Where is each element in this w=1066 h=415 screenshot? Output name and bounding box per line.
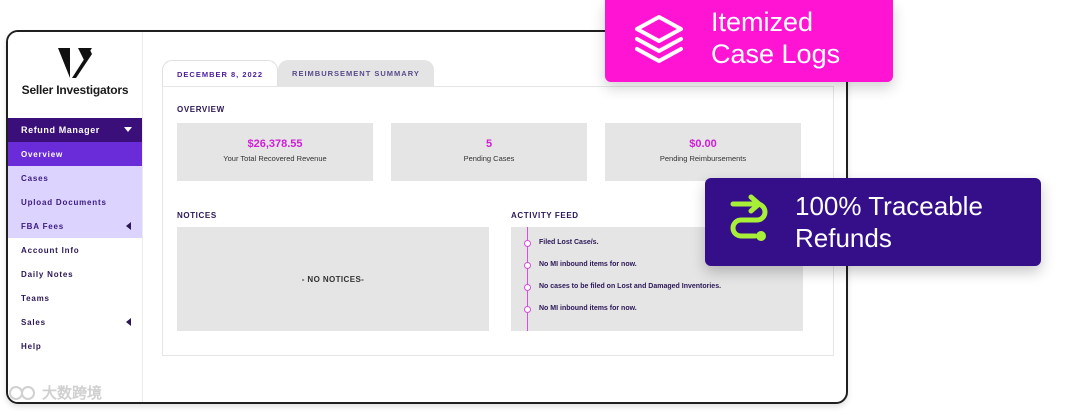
callout-line: 100% Traceable [795,191,983,221]
sidebar-item-upload-documents[interactable]: Upload Documents [8,190,142,214]
activity-item: No cases to be filed on Lost and Damaged… [539,283,722,290]
activity-item: No MI inbound items for now. [539,305,637,312]
chevron-left-icon [126,222,131,230]
card-value: $26,378.55 [247,138,303,150]
card-value: $0.00 [689,138,717,150]
notices-box: - NO NOTICES- [177,227,489,331]
timeline-dot [524,240,531,247]
sidebar-item-cases[interactable]: Cases [8,166,142,190]
card-value: 5 [485,138,493,150]
sidebar-item-account-info[interactable]: Account Info [8,238,142,262]
sidebar-item-label: Daily Notes [21,269,74,279]
sidebar-item-help[interactable]: Help [8,334,142,358]
sidebar-item-label: Help [21,341,42,351]
brand-name: Seller Investigators [21,83,129,97]
callout-text: Itemized Case Logs [711,6,840,70]
itemized-case-logs-callout: Itemized Case Logs [605,0,893,82]
activity-item: No MI inbound items for now. [539,261,637,268]
timeline-dot [524,306,531,313]
route-arrow-icon [730,194,768,241]
callout-text: 100% Traceable Refunds [795,190,983,254]
chevron-left-icon [126,318,131,326]
pending-reimbursements-card: $0.00 Pending Reimbursements [605,123,801,181]
timeline-dot [524,262,531,269]
card-label: Pending Cases [463,154,515,163]
tab-date[interactable]: DECEMBER 8, 2022 [162,60,279,87]
sidebar-item-label: Overview [21,149,63,159]
notices-empty-text: - NO NOTICES- [301,274,365,284]
notices-title: NOTICES [177,211,217,220]
sidebar-item-overview[interactable]: Overview [8,142,142,166]
sidebar-item-label: Cases [21,173,49,183]
refund-manager-menu[interactable]: Refund Manager [8,118,142,142]
sidebar-item-label: Teams [21,293,50,303]
sidebar-item-label: Sales [21,317,46,327]
sidebar: Seller Investigators Refund Manager Over… [8,32,143,402]
sidebar-item-daily-notes[interactable]: Daily Notes [8,262,142,286]
watermark-text: 大数跨境 [42,385,103,402]
recovered-revenue-card: $26,378.55 Your Total Recovered Revenue [177,123,373,181]
sidebar-item-label: Upload Documents [21,197,107,207]
callout-line: Itemized [711,7,814,37]
sidebar-item-fba-fees[interactable]: FBA Fees [8,214,142,238]
activity-feed-title: ACTIVITY FEED [511,211,579,220]
refund-manager-label: Refund Manager [21,125,100,135]
brand-mark-icon [58,48,92,78]
sidebar-nav: Overview Cases Upload Documents FBA Fees… [8,142,142,358]
layers-icon [635,15,683,63]
watermark-logo-icon [9,385,35,400]
tab-bar: DECEMBER 8, 2022 REIMBURSEMENT SUMMARY [162,60,434,87]
pending-cases-card: 5 Pending Cases [391,123,587,181]
card-label: Your Total Recovered Revenue [223,154,327,163]
activity-item: Filed Lost Case/s. [539,239,599,246]
sidebar-item-teams[interactable]: Teams [8,286,142,310]
callout-line: Case Logs [711,39,841,69]
sidebar-item-label: FBA Fees [21,221,65,231]
watermark: 大数跨境 [8,382,102,403]
card-label: Pending Reimbursements [659,154,747,163]
callout-line: Refunds [795,223,892,253]
sidebar-item-sales[interactable]: Sales [8,310,142,334]
sidebar-item-label: Account Info [21,245,80,255]
traceable-refunds-callout: 100% Traceable Refunds [705,178,1041,266]
timeline-dot [524,284,531,291]
chevron-down-icon [124,127,132,132]
tab-reimbursement-summary[interactable]: REIMBURSEMENT SUMMARY [278,60,434,86]
overview-title: OVERVIEW [177,105,225,114]
brand-logo[interactable]: Seller Investigators [8,46,142,97]
